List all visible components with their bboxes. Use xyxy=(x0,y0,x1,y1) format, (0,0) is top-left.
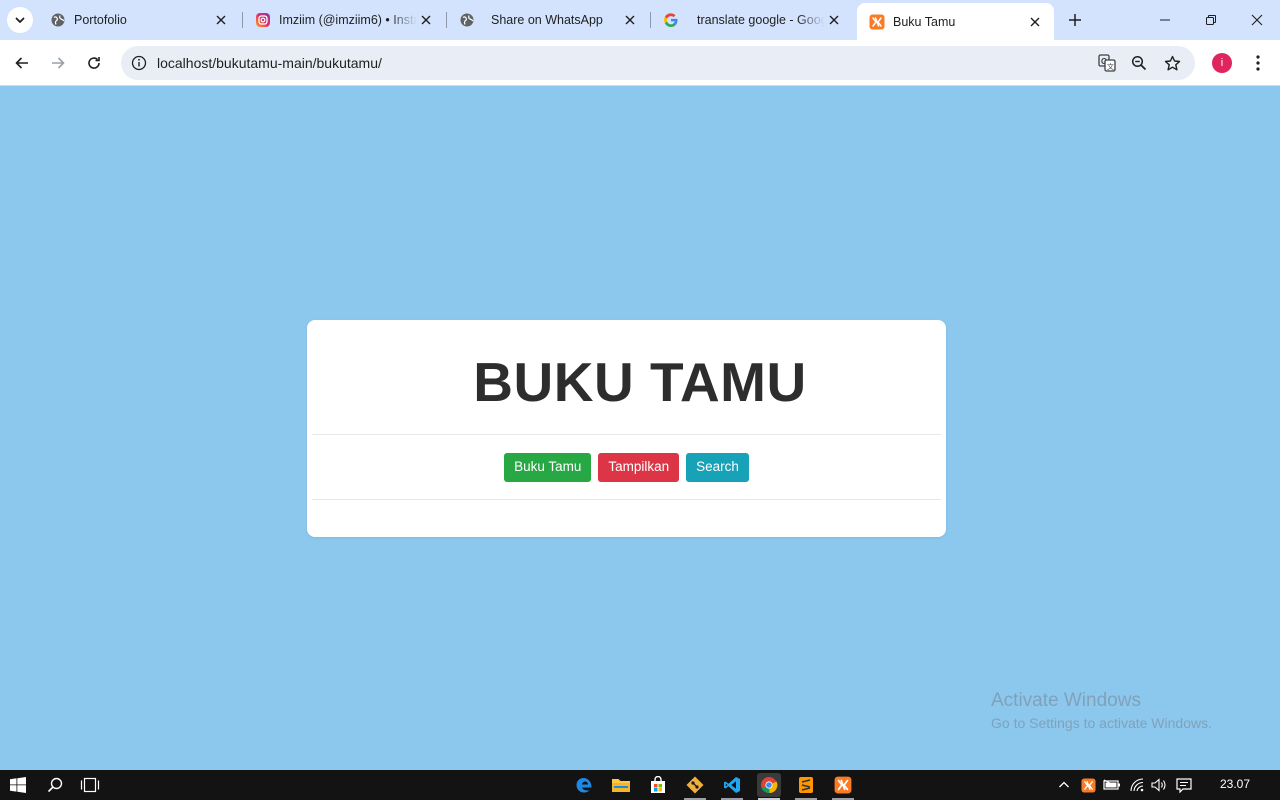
svg-text:文: 文 xyxy=(1107,62,1114,71)
sublime-text-icon xyxy=(799,777,813,793)
divider xyxy=(312,434,941,435)
menu-button[interactable] xyxy=(1248,52,1268,74)
close-tab-icon[interactable] xyxy=(825,11,843,29)
store-app[interactable] xyxy=(646,773,670,797)
bookmark-star-icon[interactable] xyxy=(1162,53,1182,73)
close-tab-icon[interactable] xyxy=(417,11,435,29)
new-tab-button[interactable] xyxy=(1064,9,1086,31)
divider xyxy=(312,499,941,500)
battery-tray[interactable] xyxy=(1103,776,1121,794)
file-explorer-app[interactable] xyxy=(609,773,633,797)
address-bar[interactable]: localhost/bukutamu-main/bukutamu/ G文 xyxy=(121,46,1195,80)
close-icon xyxy=(1251,14,1263,26)
watermark-subtitle: Go to Settings to activate Windows. xyxy=(991,715,1212,731)
restore-icon xyxy=(1206,15,1216,25)
tab-title: Share on WhatsApp xyxy=(491,13,603,27)
globe-icon xyxy=(50,12,66,28)
store-icon xyxy=(651,776,665,793)
git-app[interactable] xyxy=(683,773,707,797)
chevron-down-icon xyxy=(15,17,25,23)
site-info-icon[interactable] xyxy=(129,53,149,73)
minimize-icon xyxy=(1160,19,1170,21)
buku-tamu-button[interactable]: Buku Tamu xyxy=(504,453,592,482)
edge-icon xyxy=(576,778,592,793)
kebab-menu-icon xyxy=(1256,55,1260,71)
windows-logo-icon xyxy=(10,777,26,793)
browser-toolbar: localhost/bukutamu-main/bukutamu/ G文 i xyxy=(0,40,1280,86)
plus-icon xyxy=(1069,14,1081,26)
search-button[interactable]: Search xyxy=(686,453,749,482)
tab-strip: Portofolio Imziim (@imziim6) • Instagram… xyxy=(0,0,1280,40)
tab-title: Imziim (@imziim6) • Instagram xyxy=(279,13,417,27)
xampp-tray[interactable] xyxy=(1079,776,1097,794)
xampp-app[interactable] xyxy=(831,773,855,797)
zoom-icon[interactable] xyxy=(1129,53,1149,73)
minimize-button[interactable] xyxy=(1142,0,1188,40)
profile-avatar[interactable]: i xyxy=(1212,53,1232,73)
close-tab-icon[interactable] xyxy=(1026,13,1044,31)
task-view-icon xyxy=(80,777,100,793)
tab-title: Buku Tamu xyxy=(893,14,956,29)
tab-whatsapp[interactable]: Share on WhatsApp xyxy=(447,4,649,36)
tab-instagram[interactable]: Imziim (@imziim6) • Instagram xyxy=(243,4,445,36)
close-tab-icon[interactable] xyxy=(621,11,639,29)
volume-tray[interactable] xyxy=(1150,776,1168,794)
notification-tray[interactable] xyxy=(1175,776,1193,794)
git-icon xyxy=(686,776,704,794)
tab-google-search[interactable]: translate google - Google Search xyxy=(651,4,853,36)
xampp-icon xyxy=(869,14,885,30)
chrome-app[interactable] xyxy=(757,773,781,797)
instagram-icon xyxy=(255,12,271,28)
tab-title: Portofolio xyxy=(74,13,127,27)
tampilkan-button[interactable]: Tampilkan xyxy=(598,453,680,482)
tab-search-button[interactable] xyxy=(7,7,33,33)
reload-button[interactable] xyxy=(80,49,108,77)
vscode-app[interactable] xyxy=(720,773,744,797)
task-view-button[interactable] xyxy=(78,773,102,797)
xampp-icon xyxy=(834,776,852,794)
chat-bubble-icon xyxy=(1176,777,1192,793)
address-url[interactable]: localhost/bukutamu-main/bukutamu/ xyxy=(157,55,382,71)
xampp-icon xyxy=(1080,777,1096,793)
wifi-icon xyxy=(1130,778,1144,792)
reload-icon xyxy=(88,57,100,69)
tab-buku-tamu[interactable]: Buku Tamu xyxy=(857,3,1054,40)
button-group: Buku Tamu Tampilkan Search xyxy=(307,453,946,482)
restore-button[interactable] xyxy=(1188,0,1234,40)
chrome-icon xyxy=(761,777,778,794)
close-tab-icon[interactable] xyxy=(212,11,230,29)
search-button-taskbar[interactable] xyxy=(43,773,67,797)
battery-icon xyxy=(1103,779,1120,790)
back-button[interactable] xyxy=(8,49,36,77)
wifi-tray[interactable] xyxy=(1128,776,1146,794)
folder-icon xyxy=(612,779,630,792)
activate-windows-watermark: Activate Windows Go to Settings to activ… xyxy=(991,690,1212,731)
chevron-up-icon xyxy=(1059,781,1069,788)
globe-icon xyxy=(459,12,475,28)
vscode-icon xyxy=(724,777,740,793)
page-title: BUKU TAMU xyxy=(473,351,807,413)
close-window-button[interactable] xyxy=(1234,0,1280,40)
forward-button[interactable] xyxy=(44,49,72,77)
translate-icon[interactable]: G文 xyxy=(1097,53,1117,73)
tab-title: translate google - Google Search xyxy=(697,13,825,27)
tab-portofolio[interactable]: Portofolio xyxy=(38,4,240,36)
show-hidden-icons[interactable] xyxy=(1055,776,1073,794)
edge-app[interactable] xyxy=(572,773,596,797)
sublime-app[interactable] xyxy=(794,773,818,797)
arrow-left-icon xyxy=(15,57,28,69)
windows-taskbar: 23.07 xyxy=(0,770,1280,800)
watermark-title: Activate Windows xyxy=(991,690,1141,711)
taskbar-clock[interactable]: 23.07 xyxy=(1210,777,1260,791)
arrow-right-icon xyxy=(52,57,65,69)
start-button[interactable] xyxy=(6,773,30,797)
google-icon xyxy=(663,12,679,28)
speaker-icon xyxy=(1151,778,1166,792)
search-icon xyxy=(47,777,63,793)
